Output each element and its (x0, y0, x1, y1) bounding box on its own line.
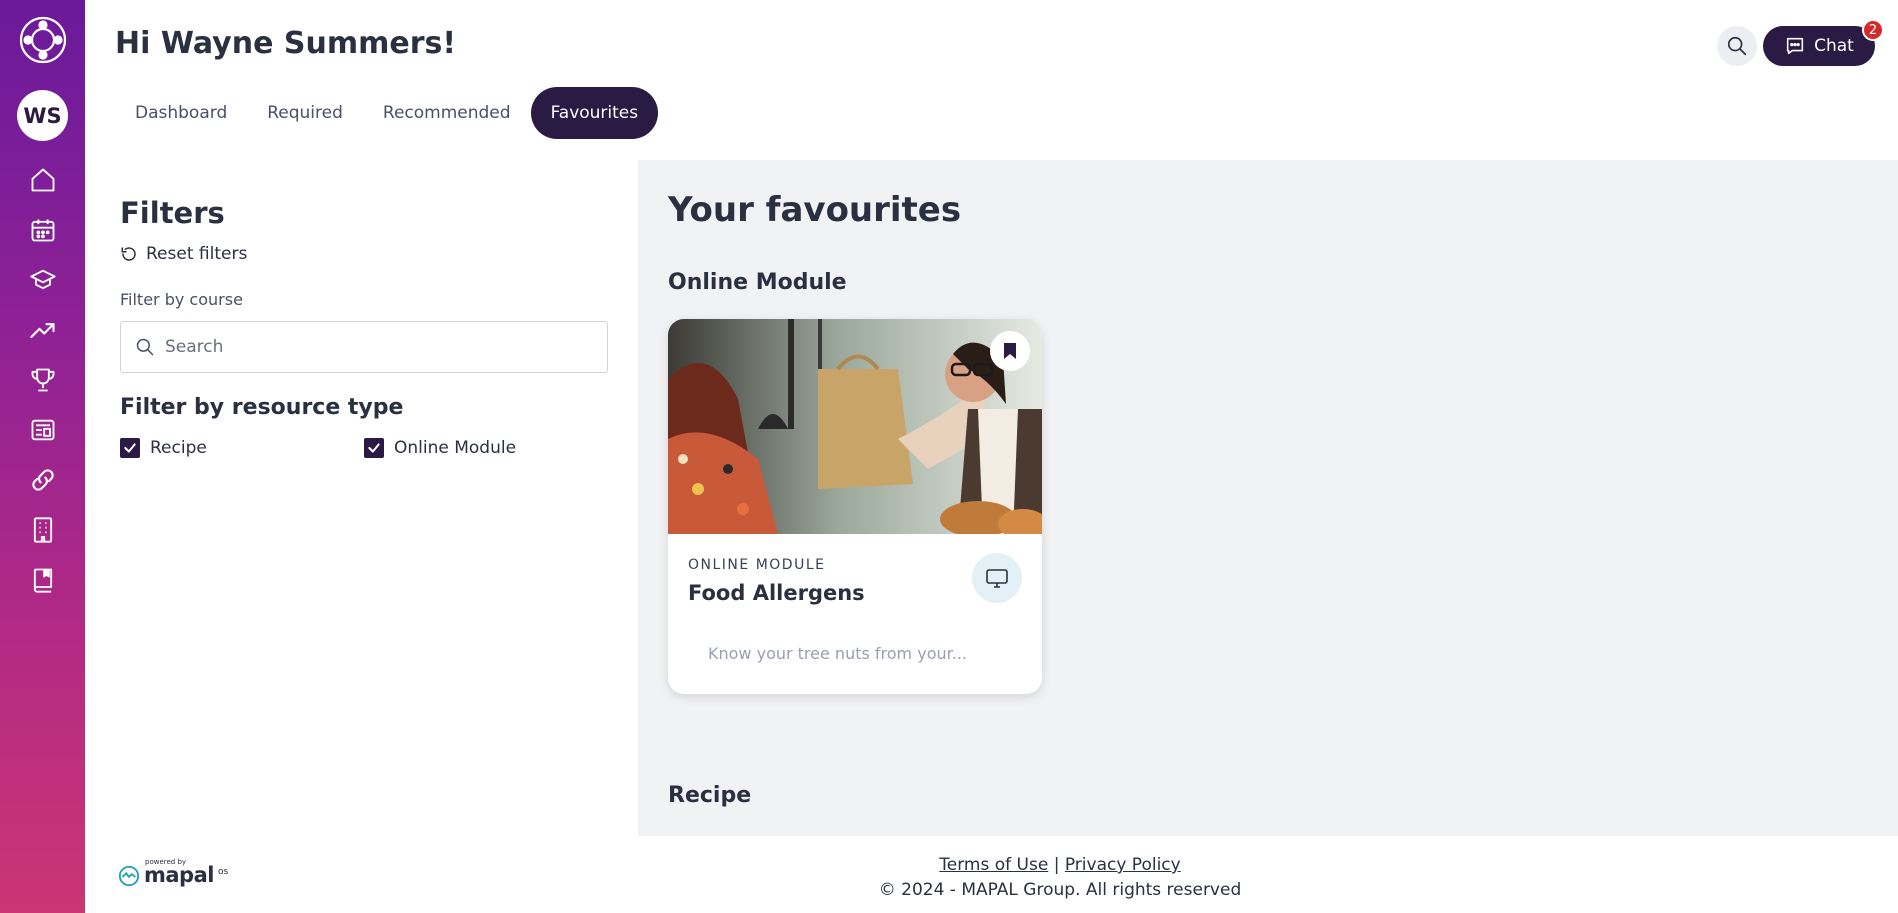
recipe-checkbox-label: Recipe (150, 438, 207, 458)
reset-filters-label: Reset filters (146, 244, 248, 264)
trending-up-icon[interactable] (18, 305, 68, 355)
copyright: © 2024 - MAPAL Group. All rights reserve… (878, 880, 1242, 900)
online-module-checkbox-label: Online Module (394, 438, 517, 458)
bookmark-button[interactable] (990, 331, 1030, 371)
resource-type-checkboxes: Recipe Online Module (120, 438, 610, 458)
reset-filters-button[interactable]: Reset filters (120, 244, 610, 264)
footer-separator: | (1053, 855, 1060, 875)
building-icon[interactable] (18, 505, 68, 555)
tab-bar: Dashboard Required Recommended Favourite… (115, 87, 659, 139)
filters-title: Filters (120, 196, 225, 230)
footer-links: Terms of Use | Privacy Policy (0, 855, 1898, 875)
card-type-label: ONLINE MODULE (688, 557, 826, 573)
favourites-content: Your favourites Online Module ONLINE MOD… (638, 160, 1898, 836)
privacy-policy-link[interactable]: Privacy Policy (1065, 855, 1181, 875)
search-button[interactable] (1717, 26, 1757, 66)
resource-type-title: Filter by resource type (120, 395, 404, 420)
bookmark-icon (1004, 343, 1016, 359)
recipe-section-title: Recipe (668, 783, 752, 808)
page-title: Hi Wayne Summers! (115, 26, 457, 61)
checkbox-checked-icon (120, 438, 140, 458)
trophy-icon[interactable] (18, 355, 68, 405)
tab-dashboard[interactable]: Dashboard (115, 87, 247, 139)
online-module-checkbox[interactable]: Online Module (364, 438, 608, 458)
sidebar-nav (18, 155, 68, 605)
tab-required[interactable]: Required (247, 87, 363, 139)
app-logo-icon[interactable] (17, 14, 69, 66)
reset-icon (121, 247, 136, 261)
home-icon[interactable] (18, 155, 68, 205)
filters-panel: Filters Reset filters Filter by course F… (120, 196, 610, 458)
favourite-card[interactable]: ONLINE MODULE Food Allergens Know your t… (668, 319, 1042, 694)
sidebar: WS (0, 0, 85, 913)
monitor-icon (972, 553, 1022, 603)
tab-recommended[interactable]: Recommended (363, 87, 531, 139)
chat-icon (1787, 37, 1804, 55)
search-icon (1727, 36, 1747, 56)
favourites-title: Your favourites (668, 190, 962, 230)
chat-label: Chat (1814, 36, 1854, 56)
filter-by-course-label: Filter by course (120, 290, 243, 309)
card-image (668, 319, 1042, 534)
tab-favourites[interactable]: Favourites (530, 87, 659, 139)
online-module-section-title: Online Module (668, 270, 847, 295)
avatar[interactable]: WS (17, 90, 68, 141)
recipe-checkbox[interactable]: Recipe (120, 438, 364, 458)
chat-badge: 2 (1862, 19, 1884, 41)
terms-of-use-link[interactable]: Terms of Use (939, 855, 1048, 875)
course-search-box (120, 321, 608, 373)
news-icon[interactable] (18, 405, 68, 455)
card-title: Food Allergens (688, 581, 865, 605)
card-description: Know your tree nuts from your... (708, 644, 967, 663)
link-icon[interactable] (18, 455, 68, 505)
chat-button[interactable]: Chat (1763, 26, 1875, 66)
book-icon[interactable] (18, 555, 68, 605)
graduation-cap-icon[interactable] (18, 255, 68, 305)
course-search-input[interactable] (165, 337, 565, 357)
checkbox-checked-icon (364, 438, 384, 458)
calendar-icon[interactable] (18, 205, 68, 255)
search-icon (136, 338, 154, 356)
